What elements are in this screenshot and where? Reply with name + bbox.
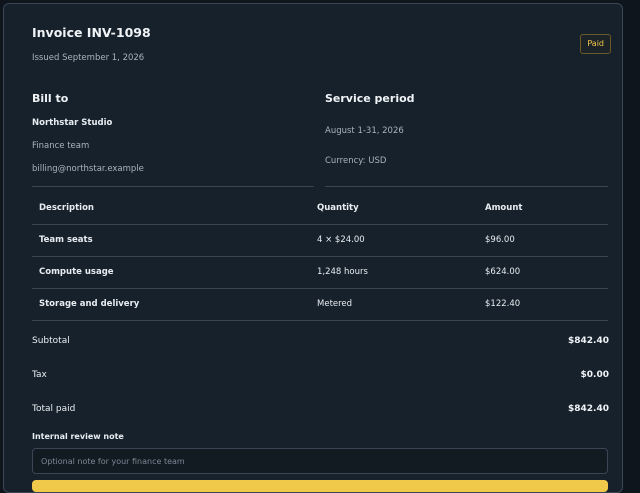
row-quantity: 4 × $24.00 xyxy=(317,235,365,245)
row-description: Team seats xyxy=(39,235,93,245)
row-description: Compute usage xyxy=(39,267,114,277)
bill-to-email: billing@northstar.example xyxy=(32,164,144,174)
subtotal-label: Subtotal xyxy=(32,336,70,346)
total-paid-label: Total paid xyxy=(32,404,76,414)
divider xyxy=(325,186,608,187)
service-period-heading: Service period xyxy=(325,92,415,105)
divider xyxy=(32,186,314,187)
divider xyxy=(32,256,608,257)
col-header-description: Description xyxy=(39,203,94,213)
bill-to-heading: Bill to xyxy=(32,92,69,105)
col-header-quantity: Quantity xyxy=(317,203,359,213)
bill-to-team: Finance team xyxy=(32,141,90,151)
tax-label: Tax xyxy=(32,370,47,380)
col-header-amount: Amount xyxy=(485,203,523,213)
row-quantity: Metered xyxy=(317,299,353,309)
row-description: Storage and delivery xyxy=(39,299,140,309)
review-note-label: Internal review note xyxy=(32,432,124,441)
issued-date: Issued September 1, 2026 xyxy=(32,53,145,63)
row-quantity: 1,248 hours xyxy=(317,267,368,277)
service-period-dates: August 1-31, 2026 xyxy=(325,126,404,136)
divider xyxy=(32,288,608,289)
invoice-card: Invoice INV-1098 Issued September 1, 202… xyxy=(3,3,623,493)
status-badge: Paid xyxy=(580,34,611,54)
review-note-input[interactable] xyxy=(32,448,608,474)
currency-label: Currency: USD xyxy=(325,156,387,166)
bill-to-name: Northstar Studio xyxy=(32,118,113,128)
row-amount: $96.00 xyxy=(485,235,515,245)
row-amount: $624.00 xyxy=(485,267,521,277)
divider xyxy=(32,224,608,225)
divider xyxy=(32,320,608,321)
submit-button[interactable] xyxy=(32,480,608,492)
subtotal-value: $842.40 xyxy=(568,336,609,346)
row-amount: $122.40 xyxy=(485,299,521,309)
total-paid-value: $842.40 xyxy=(568,404,609,414)
tax-value: $0.00 xyxy=(580,370,609,380)
invoice-title: Invoice INV-1098 xyxy=(32,25,151,40)
